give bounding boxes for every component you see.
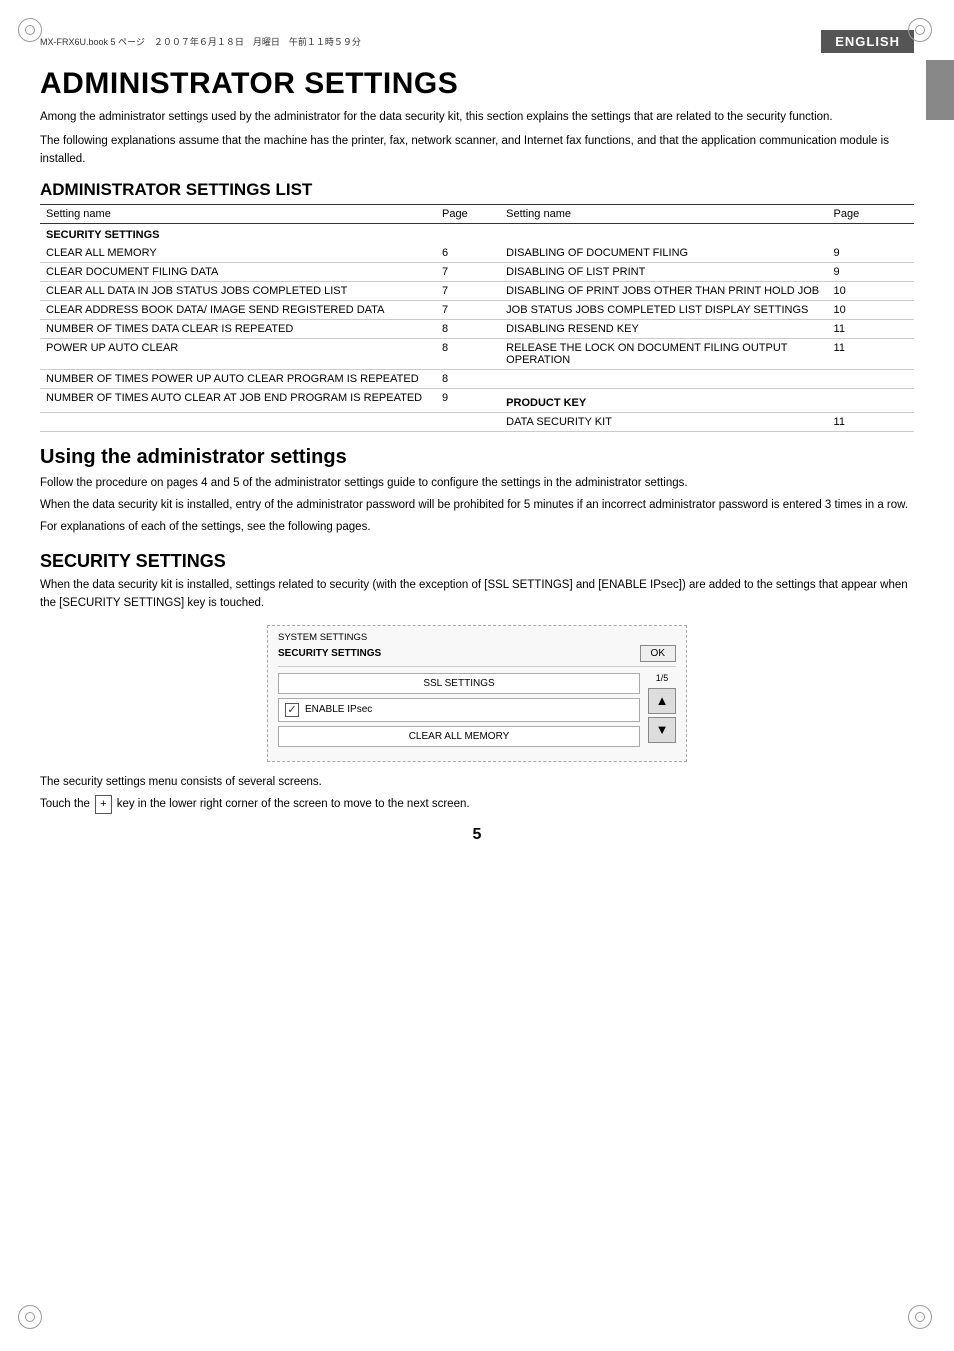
setting-page: 11 [828,339,914,370]
settings-table: Setting name Page Setting name Page SECU… [40,204,914,432]
screen-items: SSL SETTINGS ✓ ENABLE IPsec CLEAR ALL ME… [278,673,640,751]
using-text-3: For explanations of each of the settings… [40,519,914,537]
top-info: MX-FRX6U.book 5 ページ ２００７年６月１８日 月曜日 午前１１時… [40,35,361,48]
bottom-plus-button: + [95,795,111,814]
setting-page: 8 [436,370,488,389]
top-bar: MX-FRX6U.book 5 ページ ２００７年６月１８日 月曜日 午前１１時… [40,30,914,53]
security-section-row: SECURITY SETTINGS [40,224,914,245]
screen-page-label: 1/5 [656,673,669,683]
setting-name: CLEAR ALL DATA IN JOB STATUS JOBS COMPLE… [40,282,436,301]
table-section-heading: ADMINISTRATOR SETTINGS LIST [40,180,914,200]
col-header-page: Page [436,205,488,224]
setting-page: 11 [828,320,914,339]
screen-content: SSL SETTINGS ✓ ENABLE IPsec CLEAR ALL ME… [278,673,676,751]
setting-page: 9 [436,389,488,413]
using-text-1: Follow the procedure on pages 4 and 5 of… [40,475,914,493]
screen-checkbox[interactable]: ✓ [285,703,299,717]
corner-mark-bl [18,1305,46,1333]
setting-page: 9 [828,244,914,263]
setting-name: DATA SECURITY KIT [500,413,827,432]
setting-name: POWER UP AUTO CLEAR [40,339,436,370]
intro-text-1: Among the administrator settings used by… [40,109,914,127]
setting-name [500,370,827,389]
setting-page: 6 [436,244,488,263]
main-title: ADMINISTRATOR SETTINGS [40,67,914,101]
product-key-label: PRODUCT KEY [500,389,827,413]
table-row: CLEAR DOCUMENT FILING DATA 7 DISABLING O… [40,263,914,282]
screen-ipsec-item[interactable]: ✓ ENABLE IPsec [278,698,640,722]
col-header-name: Setting name [40,205,436,224]
table-row: CLEAR ADDRESS BOOK DATA/ IMAGE SEND REGI… [40,301,914,320]
bottom-text-1: The security settings menu consists of s… [40,774,914,792]
setting-name: CLEAR ADDRESS BOOK DATA/ IMAGE SEND REGI… [40,301,436,320]
screen-down-button[interactable]: ▼ [648,717,676,743]
screen-ok-button[interactable]: OK [640,645,676,662]
corner-mark-tr [908,18,936,46]
setting-name: DISABLING RESEND KEY [500,320,827,339]
col-header-name2: Setting name [500,205,827,224]
page-number: 5 [40,826,914,844]
setting-name: NUMBER OF TIMES POWER UP AUTO CLEAR PROG… [40,370,436,389]
setting-page [436,413,488,432]
screen-ipsec-label: ENABLE IPsec [305,704,372,715]
screen-ssl-item[interactable]: SSL SETTINGS [278,673,640,694]
screen-security-label: SECURITY SETTINGS [278,648,381,659]
setting-page: 10 [828,282,914,301]
setting-page: 8 [436,339,488,370]
security-heading: SECURITY SETTINGS [40,551,914,572]
setting-page [828,370,914,389]
security-text: When the data security kit is installed,… [40,577,914,613]
setting-page: 10 [828,301,914,320]
table-row: CLEAR ALL MEMORY 6 DISABLING OF DOCUMENT… [40,244,914,263]
table-row: DATA SECURITY KIT 11 [40,413,914,432]
setting-name: DISABLING OF PRINT JOBS OTHER THAN PRINT… [500,282,827,301]
table-row: NUMBER OF TIMES POWER UP AUTO CLEAR PROG… [40,370,914,389]
corner-mark-br [908,1305,936,1333]
screen-mockup-wrapper: SYSTEM SETTINGS SECURITY SETTINGS OK SSL… [40,625,914,762]
screen-up-button[interactable]: ▲ [648,688,676,714]
table-row: CLEAR ALL DATA IN JOB STATUS JOBS COMPLE… [40,282,914,301]
setting-name: DISABLING OF LIST PRINT [500,263,827,282]
setting-name: NUMBER OF TIMES DATA CLEAR IS REPEATED [40,320,436,339]
setting-name: CLEAR DOCUMENT FILING DATA [40,263,436,282]
setting-name: RELEASE THE LOCK ON DOCUMENT FILING OUTP… [500,339,827,370]
english-badge: ENGLISH [821,30,914,53]
setting-page: 9 [828,263,914,282]
bottom-text-suffix: key in the lower right corner of the scr… [117,798,470,810]
screen-mockup: SYSTEM SETTINGS SECURITY SETTINGS OK SSL… [267,625,687,762]
setting-page: 7 [436,282,488,301]
screen-header-row: SECURITY SETTINGS OK [278,645,676,667]
col-header-page2: Page [828,205,914,224]
setting-page: 11 [828,413,914,432]
setting-page: 7 [436,263,488,282]
setting-name [40,413,436,432]
table-row: NUMBER OF TIMES DATA CLEAR IS REPEATED 8… [40,320,914,339]
screen-clear-memory-item[interactable]: CLEAR ALL MEMORY [278,726,640,747]
setting-page: 8 [436,320,488,339]
corner-mark-tl [18,18,46,46]
english-tab [926,60,954,120]
using-text-2: When the data security kit is installed,… [40,497,914,515]
setting-name: JOB STATUS JOBS COMPLETED LIST DISPLAY S… [500,301,827,320]
setting-page: 7 [436,301,488,320]
screen-nav: 1/5 ▲ ▼ [648,673,676,751]
screen-system-settings-label: SYSTEM SETTINGS [278,632,367,643]
using-heading: Using the administrator settings [40,446,914,469]
bottom-text-2: Touch the + key in the lower right corne… [40,795,914,814]
screen-top-row: SYSTEM SETTINGS [278,632,676,643]
setting-name: DISABLING OF DOCUMENT FILING [500,244,827,263]
table-row: POWER UP AUTO CLEAR 8 RELEASE THE LOCK O… [40,339,914,370]
intro-text-2: The following explanations assume that t… [40,133,914,169]
table-row: NUMBER OF TIMES AUTO CLEAR AT JOB END PR… [40,389,914,413]
bottom-text-prefix: Touch the [40,798,90,810]
setting-name: NUMBER OF TIMES AUTO CLEAR AT JOB END PR… [40,389,436,413]
setting-name: CLEAR ALL MEMORY [40,244,436,263]
security-section-label: SECURITY SETTINGS [40,224,488,245]
